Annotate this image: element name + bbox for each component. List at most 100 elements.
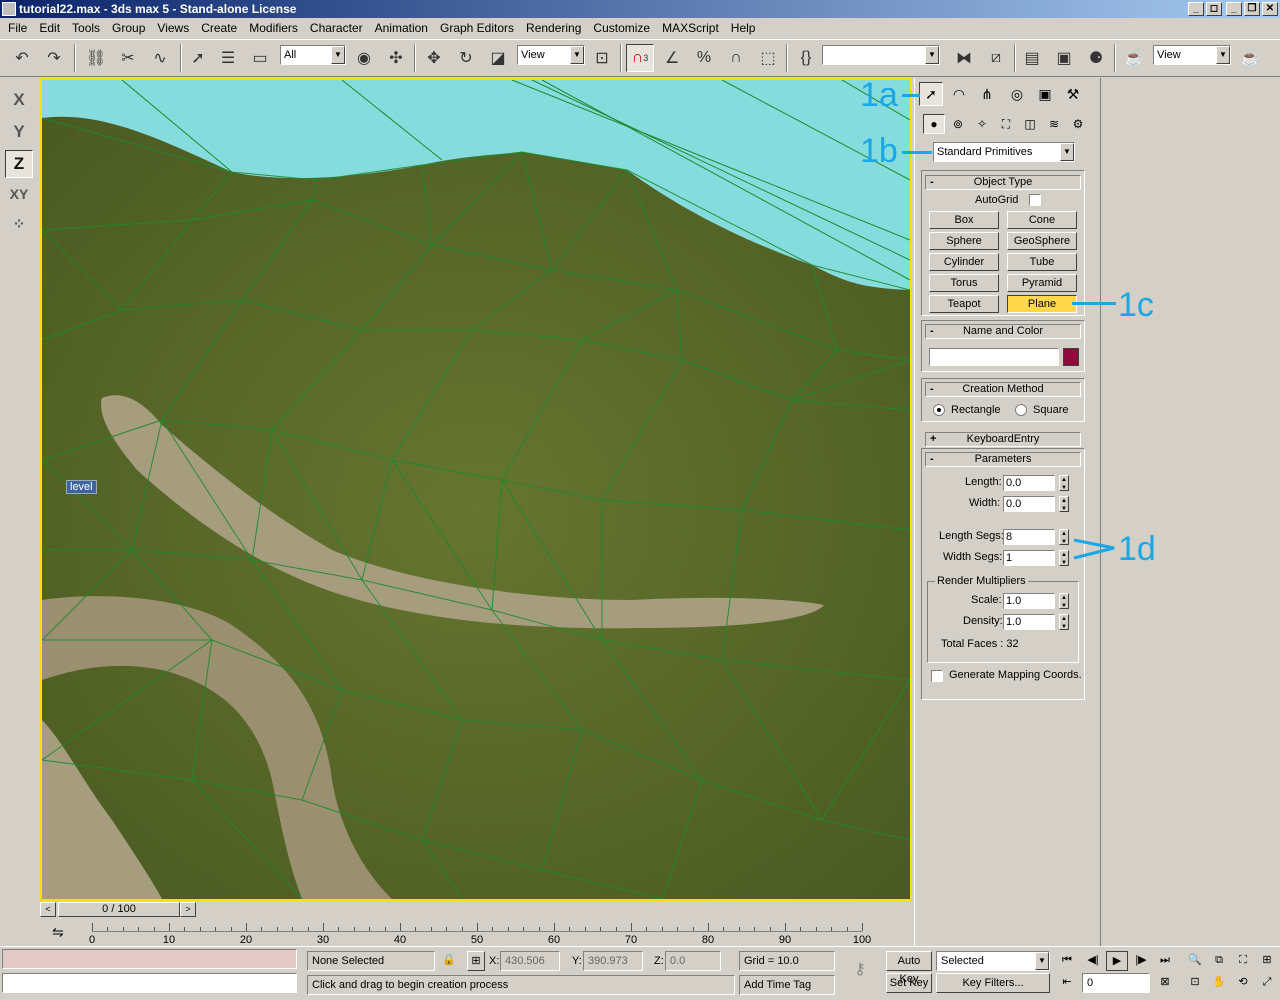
time-slider-thumb[interactable]: 0 / 100 — [58, 902, 180, 917]
length-segs-spinner[interactable]: ▲ ▼ — [1059, 529, 1069, 545]
scale-icon[interactable]: ◪ — [484, 44, 512, 72]
play-icon[interactable]: ▶ — [1106, 951, 1128, 971]
set-key-button[interactable]: Set Key — [886, 973, 932, 993]
length-spinner[interactable]: ▲ ▼ — [1059, 475, 1069, 491]
length-field[interactable]: 0.0 — [1003, 475, 1055, 491]
zoom-extents-icon[interactable]: ⛶ — [1232, 951, 1254, 971]
key-mode-toggle-icon[interactable]: ⇤ — [1056, 973, 1078, 993]
render-scene-icon[interactable]: ☕ — [1120, 44, 1148, 72]
quick-render-icon[interactable]: ☕ — [1236, 44, 1264, 72]
width-field[interactable]: 0.0 — [1003, 496, 1055, 512]
lights-category-icon[interactable]: ✧ — [971, 114, 993, 134]
maxscript-input-field[interactable] — [2, 973, 297, 993]
menu-tools[interactable]: Tools — [66, 21, 106, 35]
undo-icon[interactable]: ↶ — [8, 44, 36, 72]
menu-edit[interactable]: Edit — [33, 21, 66, 35]
menu-animation[interactable]: Animation — [369, 21, 434, 35]
time-prev-button[interactable]: < — [40, 902, 56, 917]
mirror-icon[interactable]: ⧓ — [950, 44, 978, 72]
primitive-type-dropdown[interactable]: Standard Primitives ▼ — [933, 142, 1075, 162]
width-segs-spinner[interactable]: ▲ ▼ — [1059, 550, 1069, 566]
menu-graph-editors[interactable]: Graph Editors — [434, 21, 520, 35]
rectangle-radio[interactable] — [933, 404, 945, 416]
arc-rotate-icon[interactable]: ⟲ — [1232, 973, 1254, 993]
pyramid-button[interactable]: Pyramid — [1007, 274, 1077, 292]
axis-x-button[interactable]: X — [5, 86, 33, 114]
select-by-name-icon[interactable]: ☰ — [214, 44, 242, 72]
bind-space-warp-icon[interactable]: ∿ — [146, 44, 174, 72]
select-object-icon[interactable]: ➚ — [184, 44, 212, 72]
systems-category-icon[interactable]: ⚙ — [1067, 114, 1089, 134]
cylinder-button[interactable]: Cylinder — [929, 253, 999, 271]
perspective-viewport[interactable]: level — [40, 78, 912, 901]
percent-snap-icon[interactable]: % — [690, 44, 718, 72]
render-type-dropdown[interactable]: View ▼ — [1153, 45, 1231, 65]
menu-maxscript[interactable]: MAXScript — [656, 21, 725, 35]
select-and-manipulate-icon[interactable]: ◉ — [350, 44, 378, 72]
menu-rendering[interactable]: Rendering — [520, 21, 587, 35]
pan-icon[interactable]: ✋ — [1208, 973, 1230, 993]
generate-mapping-checkbox[interactable] — [931, 670, 943, 682]
menu-views[interactable]: Views — [151, 21, 195, 35]
cone-button[interactable]: Cone — [1007, 211, 1077, 229]
menu-file[interactable]: File — [2, 21, 33, 35]
z-coord-field[interactable]: 0.0 — [665, 951, 721, 971]
next-frame-icon[interactable]: |▶ — [1130, 951, 1152, 971]
width-spinner[interactable]: ▲ ▼ — [1059, 496, 1069, 512]
menu-group[interactable]: Group — [106, 21, 151, 35]
length-segs-field[interactable]: 8 — [1003, 529, 1055, 545]
window-crossing-icon[interactable]: ✣ — [382, 44, 410, 72]
axis-xy-button[interactable]: XY — [5, 180, 33, 208]
spinner-snap-icon[interactable]: ∩ — [722, 44, 750, 72]
menu-customize[interactable]: Customize — [587, 21, 656, 35]
geometry-category-icon[interactable]: ● — [923, 114, 945, 134]
time-configuration-icon[interactable]: ⊠ — [1154, 973, 1176, 993]
frame-ruler[interactable]: 0 10 20 30 40 50 60 70 80 90 100 — [89, 922, 871, 946]
angle-snap-icon[interactable]: ∠ — [658, 44, 686, 72]
display-tab-icon[interactable]: ▣ — [1033, 82, 1057, 106]
keyboard-entry-header[interactable]: + KeyboardEntry — [925, 432, 1081, 447]
density-field[interactable]: 1.0 — [1003, 614, 1055, 630]
utilities-tab-icon[interactable]: ⚒ — [1061, 82, 1085, 106]
scale-field[interactable]: 1.0 — [1003, 593, 1055, 609]
plane-button[interactable]: Plane — [1007, 295, 1077, 313]
schematic-view-icon[interactable]: ▣ — [1050, 44, 1078, 72]
snap-toggle-icon[interactable]: ∩ 3 — [626, 44, 654, 72]
menu-help[interactable]: Help — [725, 21, 762, 35]
maximize-viewport-icon[interactable]: ⤢ — [1256, 973, 1278, 993]
app-icon[interactable] — [2, 2, 16, 16]
align-icon[interactable]: ⧄ — [982, 44, 1010, 72]
goto-end-icon[interactable]: ⏭ — [1154, 951, 1176, 971]
helpers-category-icon[interactable]: ◫ — [1019, 114, 1041, 134]
select-and-link-icon[interactable]: ⛓ — [82, 44, 110, 72]
auto-key-button[interactable]: Auto Key — [886, 951, 932, 985]
zoom-icon[interactable]: 🔍 — [1184, 951, 1206, 971]
create-tab-icon[interactable]: ➚ — [919, 82, 943, 106]
object-type-header[interactable]: - Object Type — [925, 175, 1081, 190]
goto-start-icon[interactable]: ⏮ — [1056, 951, 1078, 971]
track-view-icon[interactable]: ▤ — [1018, 44, 1046, 72]
hierarchy-tab-icon[interactable]: ⋔ — [975, 82, 999, 106]
name-color-header[interactable]: - Name and Color — [925, 324, 1081, 339]
named-selection-sets-icon[interactable]: {} — [792, 44, 820, 72]
edit-named-selection-icon[interactable]: ⬚ — [754, 44, 782, 72]
y-coord-field[interactable]: 390.973 — [583, 951, 643, 971]
inner-restore-button[interactable]: ◻ — [1206, 2, 1222, 16]
menu-character[interactable]: Character — [304, 21, 369, 35]
cameras-category-icon[interactable]: ⛶ — [995, 114, 1017, 134]
redo-icon[interactable]: ↷ — [40, 44, 68, 72]
level-tag-label[interactable]: level — [66, 480, 97, 494]
key-icon[interactable]: ⚷ — [842, 961, 878, 981]
torus-button[interactable]: Torus — [929, 274, 999, 292]
sphere-button[interactable]: Sphere — [929, 232, 999, 250]
motion-tab-icon[interactable]: ◎ — [1005, 82, 1029, 106]
parameters-header[interactable]: - Parameters — [925, 452, 1081, 467]
absolute-mode-icon[interactable]: ⊞ — [467, 951, 485, 971]
pivot-center-icon[interactable]: ⊡ — [588, 44, 616, 72]
modify-tab-icon[interactable]: ◠ — [947, 82, 971, 106]
inner-minimize-button[interactable]: _ — [1188, 2, 1204, 16]
object-color-swatch[interactable] — [1063, 348, 1079, 366]
x-coord-field[interactable]: 430.506 — [500, 951, 560, 971]
reference-coordinate-dropdown[interactable]: View ▼ — [517, 45, 585, 65]
zoom-all-icon[interactable]: ⧉ — [1208, 951, 1230, 971]
